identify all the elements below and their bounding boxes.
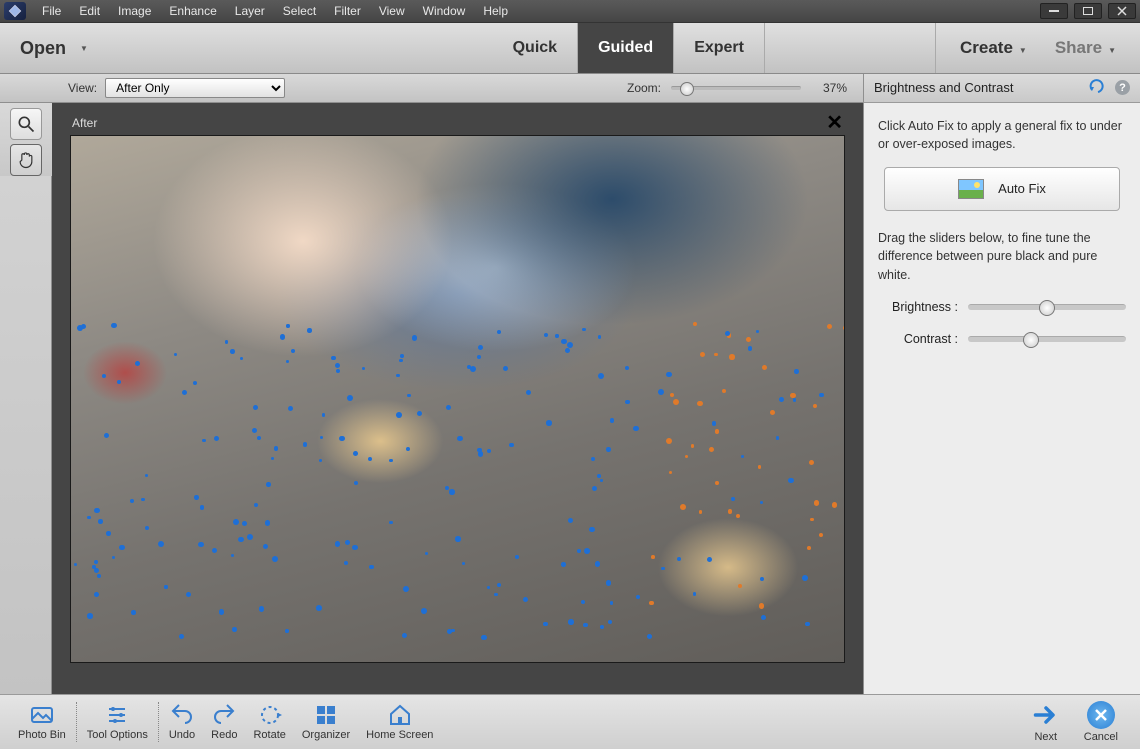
minimize-button[interactable]	[1040, 3, 1068, 19]
tab-quick[interactable]: Quick	[493, 23, 577, 73]
caret-down-icon: ▼	[80, 44, 88, 53]
create-menu[interactable]: Create▼	[960, 38, 1027, 58]
view-select[interactable]: After Only	[105, 78, 285, 98]
menu-enhance[interactable]: Enhance	[167, 2, 218, 20]
autofix-label: Auto Fix	[998, 180, 1046, 199]
canvas-close[interactable]: ✕	[826, 116, 843, 130]
reset-icon[interactable]	[1089, 79, 1107, 96]
tool-column	[0, 103, 52, 694]
help-icon[interactable]: ?	[1115, 80, 1130, 95]
brightness-label: Brightness :	[878, 298, 958, 316]
zoom-tool[interactable]	[10, 108, 42, 140]
title-bar: File Edit Image Enhance Layer Select Fil…	[0, 0, 1140, 23]
undo-button[interactable]: Undo	[161, 703, 203, 741]
zoom-value: 37%	[811, 81, 847, 95]
canvas-frame[interactable]	[70, 135, 845, 663]
menu-edit[interactable]: Edit	[77, 2, 102, 20]
open-menu[interactable]: Open ▼	[0, 23, 110, 73]
tab-expert[interactable]: Expert	[673, 23, 765, 73]
zoom-thumb[interactable]	[680, 82, 694, 96]
redo-button[interactable]: Redo	[203, 703, 245, 741]
right-panel: Click Auto Fix to apply a general fix to…	[863, 103, 1140, 694]
organizer-button[interactable]: Organizer	[294, 703, 358, 741]
view-label: View:	[68, 81, 97, 95]
close-button[interactable]	[1108, 3, 1136, 19]
tab-guided[interactable]: Guided	[577, 23, 673, 73]
window-controls	[1040, 3, 1136, 19]
share-menu[interactable]: Share▼	[1055, 38, 1116, 58]
menu-select[interactable]: Select	[281, 2, 318, 20]
canvas-area: After ✕	[52, 103, 863, 694]
caret-down-icon: ▼	[1019, 46, 1027, 55]
menu-view[interactable]: View	[377, 2, 407, 20]
menu-file[interactable]: File	[40, 2, 63, 20]
caret-down-icon: ▼	[1108, 46, 1116, 55]
workspace: After ✕ Click Auto Fix to apply a genera…	[0, 103, 1140, 694]
rotate-button[interactable]: Rotate	[245, 703, 293, 741]
open-label: Open	[20, 38, 66, 59]
panel-title: Brightness and Contrast	[874, 80, 1013, 95]
maximize-button[interactable]	[1074, 3, 1102, 19]
brightness-thumb[interactable]	[1039, 300, 1055, 316]
mode-bar: Open ▼ Quick Guided Expert Create▼ Share…	[0, 23, 1140, 74]
canvas-title: After	[72, 116, 97, 130]
bottom-bar: Photo Bin Tool Options Undo Redo Rotate …	[0, 694, 1140, 749]
app-logo	[4, 2, 26, 20]
zoom-label: Zoom:	[627, 81, 661, 95]
menu-image[interactable]: Image	[116, 2, 153, 20]
menu-help[interactable]: Help	[481, 2, 510, 20]
brightness-slider[interactable]	[968, 304, 1126, 310]
cancel-button[interactable]: Cancel	[1072, 701, 1130, 743]
hand-tool[interactable]	[10, 144, 42, 176]
option-bar: View: After Only Zoom: 37% Brightness an…	[0, 74, 1140, 103]
next-button[interactable]: Next	[1020, 701, 1072, 743]
tool-options-button[interactable]: Tool Options	[79, 703, 156, 741]
panel-intro: Click Auto Fix to apply a general fix to…	[878, 117, 1126, 153]
menu-filter[interactable]: Filter	[332, 2, 363, 20]
home-screen-button[interactable]: Home Screen	[358, 703, 441, 741]
autofix-icon	[958, 179, 984, 199]
contrast-label: Contrast :	[878, 330, 958, 348]
menu-window[interactable]: Window	[421, 2, 468, 20]
photo-image	[71, 136, 844, 662]
contrast-thumb[interactable]	[1023, 332, 1039, 348]
autofix-button[interactable]: Auto Fix	[884, 167, 1120, 211]
menu-layer[interactable]: Layer	[233, 2, 267, 20]
panel-desc2: Drag the sliders below, to fine tune the…	[878, 229, 1126, 283]
photo-bin-button[interactable]: Photo Bin	[10, 703, 74, 741]
zoom-slider[interactable]	[671, 86, 801, 90]
contrast-slider[interactable]	[968, 336, 1126, 342]
